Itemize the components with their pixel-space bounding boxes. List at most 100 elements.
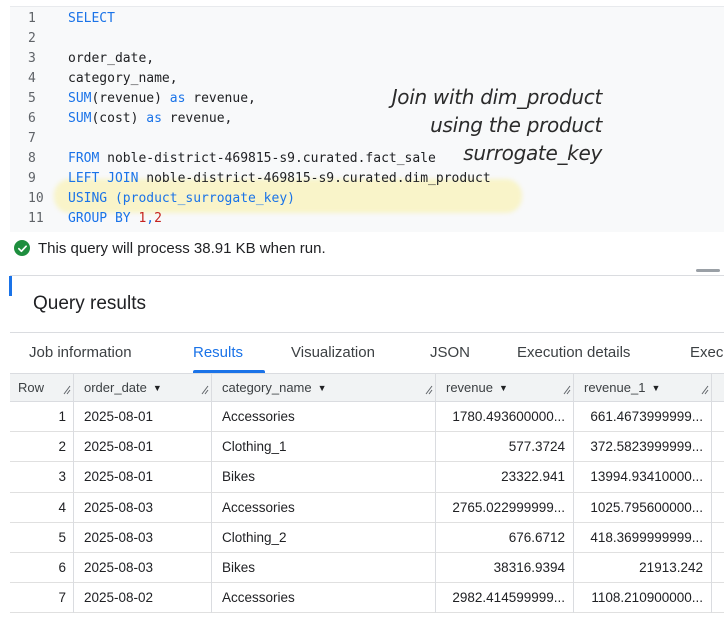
cell-category-name[interactable]: Accessories — [222, 583, 422, 613]
column-divider — [435, 583, 436, 614]
cell-category-name[interactable]: Accessories — [222, 493, 422, 523]
code-token: noble-district-469815-s9.curated.fact_sa… — [99, 151, 436, 166]
cell-order-date[interactable]: 2025-08-03 — [84, 493, 204, 523]
cell-order-date[interactable]: 2025-08-02 — [84, 583, 204, 613]
sort-dropdown-icon[interactable]: ▼ — [153, 374, 162, 402]
cell-category-name[interactable]: Accessories — [222, 402, 422, 432]
sql-editor[interactable]: 1 SELECT 2 3 order_date, 4 category_name, 5 SUM(… — [10, 6, 724, 232]
query-results-title: Query results — [33, 293, 146, 314]
table-row[interactable]: 4 2025-08-03 Accessories 2765.022999999... 1… — [10, 492, 724, 523]
cell-category-name[interactable]: Bikes — [222, 553, 422, 583]
tab-json[interactable]: JSON — [430, 333, 470, 373]
cell-row-number[interactable]: 7 — [10, 583, 66, 613]
code-line[interactable]: 1 SELECT — [10, 9, 724, 29]
table-row[interactable]: 5 2025-08-03 Clothing_2 676.6712 418.3699999… — [10, 522, 724, 553]
tab-execution-details[interactable]: Execution details — [517, 333, 630, 373]
column-divider — [573, 552, 574, 583]
line-number: 6 — [28, 111, 36, 126]
table-row[interactable]: 1 2025-08-01 Accessories 1780.493600000... 6… — [10, 402, 724, 433]
column-divider — [435, 552, 436, 583]
cell-revenue-1[interactable]: 1025.795600000... — [573, 493, 703, 523]
column-divider — [211, 462, 212, 493]
cell-revenue[interactable]: 23322.941 — [435, 462, 565, 492]
cell-row-number[interactable]: 4 — [10, 493, 66, 523]
status-text: This query will process 38.91 KB when ru… — [38, 239, 326, 257]
cell-order-date[interactable]: 2025-08-01 — [84, 402, 204, 432]
cell-revenue-1[interactable]: 418.3699999999... — [573, 523, 703, 553]
table-row[interactable]: 3 2025-08-01 Bikes 23322.941 13994.93410000.… — [10, 462, 724, 493]
code-line[interactable]: 9 LEFT JOIN noble-district-469815-s9.cura… — [10, 169, 724, 189]
tab-execution-graph[interactable]: Exec — [690, 333, 723, 373]
sort-dropdown-icon[interactable]: ▼ — [318, 374, 327, 402]
column-header-order-date[interactable]: order_date ▼ — [84, 374, 162, 402]
code-line[interactable]: 7 — [10, 129, 724, 149]
cell-revenue[interactable]: 2982.414599999... — [435, 583, 565, 613]
column-header-revenue-1[interactable]: revenue_1 ▼ — [584, 374, 660, 402]
tab-job-information[interactable]: Job information — [29, 333, 132, 373]
column-divider — [435, 462, 436, 493]
cell-category-name[interactable]: Clothing_1 — [222, 432, 422, 462]
cell-revenue[interactable]: 2765.022999999... — [435, 493, 565, 523]
sort-dropdown-icon[interactable]: ▼ — [651, 374, 660, 402]
code-line[interactable]: 10 USING (product_surrogate_key) — [10, 189, 724, 209]
column-resize-icon[interactable] — [200, 382, 210, 396]
cell-row-number[interactable]: 1 — [10, 402, 66, 432]
table-row[interactable]: 6 2025-08-03 Bikes 38316.9394 21913.242 — [10, 552, 724, 584]
column-resize-icon[interactable] — [700, 382, 710, 396]
column-divider — [711, 583, 712, 614]
column-divider — [573, 583, 574, 614]
cell-revenue[interactable]: 577.3724 — [435, 432, 565, 462]
cell-revenue[interactable]: 1780.493600000... — [435, 402, 565, 432]
cell-revenue-1[interactable]: 13994.93410000... — [573, 462, 703, 492]
cell-row-number[interactable]: 3 — [10, 462, 66, 492]
line-number: 9 — [28, 171, 36, 186]
cell-category-name[interactable]: Clothing_2 — [222, 523, 422, 553]
cell-category-name[interactable]: Bikes — [222, 462, 422, 492]
column-divider — [73, 552, 74, 583]
column-header-revenue[interactable]: revenue ▼ — [446, 374, 508, 402]
column-divider — [711, 432, 712, 463]
cell-revenue-1[interactable]: 661.4673999999... — [573, 402, 703, 432]
cell-revenue-1[interactable]: 21913.242 — [573, 553, 703, 583]
cell-row-number[interactable]: 2 — [10, 432, 66, 462]
code-line[interactable]: 2 — [10, 29, 724, 49]
column-resize-icon[interactable] — [424, 382, 434, 396]
table-header: Row order_date ▼ category_name ▼ revenue ▼ … — [10, 374, 724, 402]
code-line[interactable]: 11 GROUP BY 1,2 — [10, 209, 724, 229]
code-text: LEFT JOIN noble-district-469815-s9.curat… — [68, 169, 491, 189]
code-line[interactable]: 8 FROM noble-district-469815-s9.curated.f… — [10, 149, 724, 169]
tab-results[interactable]: Results — [193, 333, 243, 373]
cell-order-date[interactable]: 2025-08-03 — [84, 523, 204, 553]
cell-order-date[interactable]: 2025-08-01 — [84, 462, 204, 492]
table-body: 1 2025-08-01 Accessories 1780.493600000... 6… — [10, 402, 724, 614]
column-divider — [435, 374, 436, 402]
code-line[interactable]: 4 category_name, — [10, 69, 724, 89]
panel-accent — [9, 276, 12, 296]
code-line[interactable]: 3 order_date, — [10, 49, 724, 69]
column-divider — [211, 492, 212, 523]
cell-row-number[interactable]: 5 — [10, 523, 66, 553]
tab-visualization[interactable]: Visualization — [291, 333, 375, 373]
code-line[interactable]: 5 SUM(revenue) as revenue, — [10, 89, 724, 109]
line-number: 11 — [28, 211, 44, 226]
column-header-category-name[interactable]: category_name ▼ — [222, 374, 327, 402]
cell-order-date[interactable]: 2025-08-01 — [84, 432, 204, 462]
table-row[interactable]: 7 2025-08-02 Accessories 2982.414599999... 1… — [10, 583, 724, 614]
code-token: (revenue) — [91, 91, 170, 106]
editor-scrollbar[interactable] — [696, 269, 720, 272]
column-divider — [435, 402, 436, 432]
cell-row-number[interactable]: 6 — [10, 553, 66, 583]
check-circle-icon — [14, 240, 30, 256]
column-resize-icon[interactable] — [62, 382, 72, 396]
code-token: as — [169, 91, 186, 106]
column-divider — [435, 492, 436, 523]
column-resize-icon[interactable] — [562, 382, 572, 396]
cell-revenue[interactable]: 38316.9394 — [435, 553, 565, 583]
cell-order-date[interactable]: 2025-08-03 — [84, 553, 204, 583]
cell-revenue-1[interactable]: 372.5823999999... — [573, 432, 703, 462]
cell-revenue[interactable]: 676.6712 — [435, 523, 565, 553]
cell-revenue-1[interactable]: 1108.210900000... — [573, 583, 703, 613]
table-row[interactable]: 2 2025-08-01 Clothing_1 577.3724 372.5823999… — [10, 432, 724, 463]
code-line[interactable]: 6 SUM(cost) as revenue, — [10, 109, 724, 129]
sort-dropdown-icon[interactable]: ▼ — [499, 374, 508, 402]
